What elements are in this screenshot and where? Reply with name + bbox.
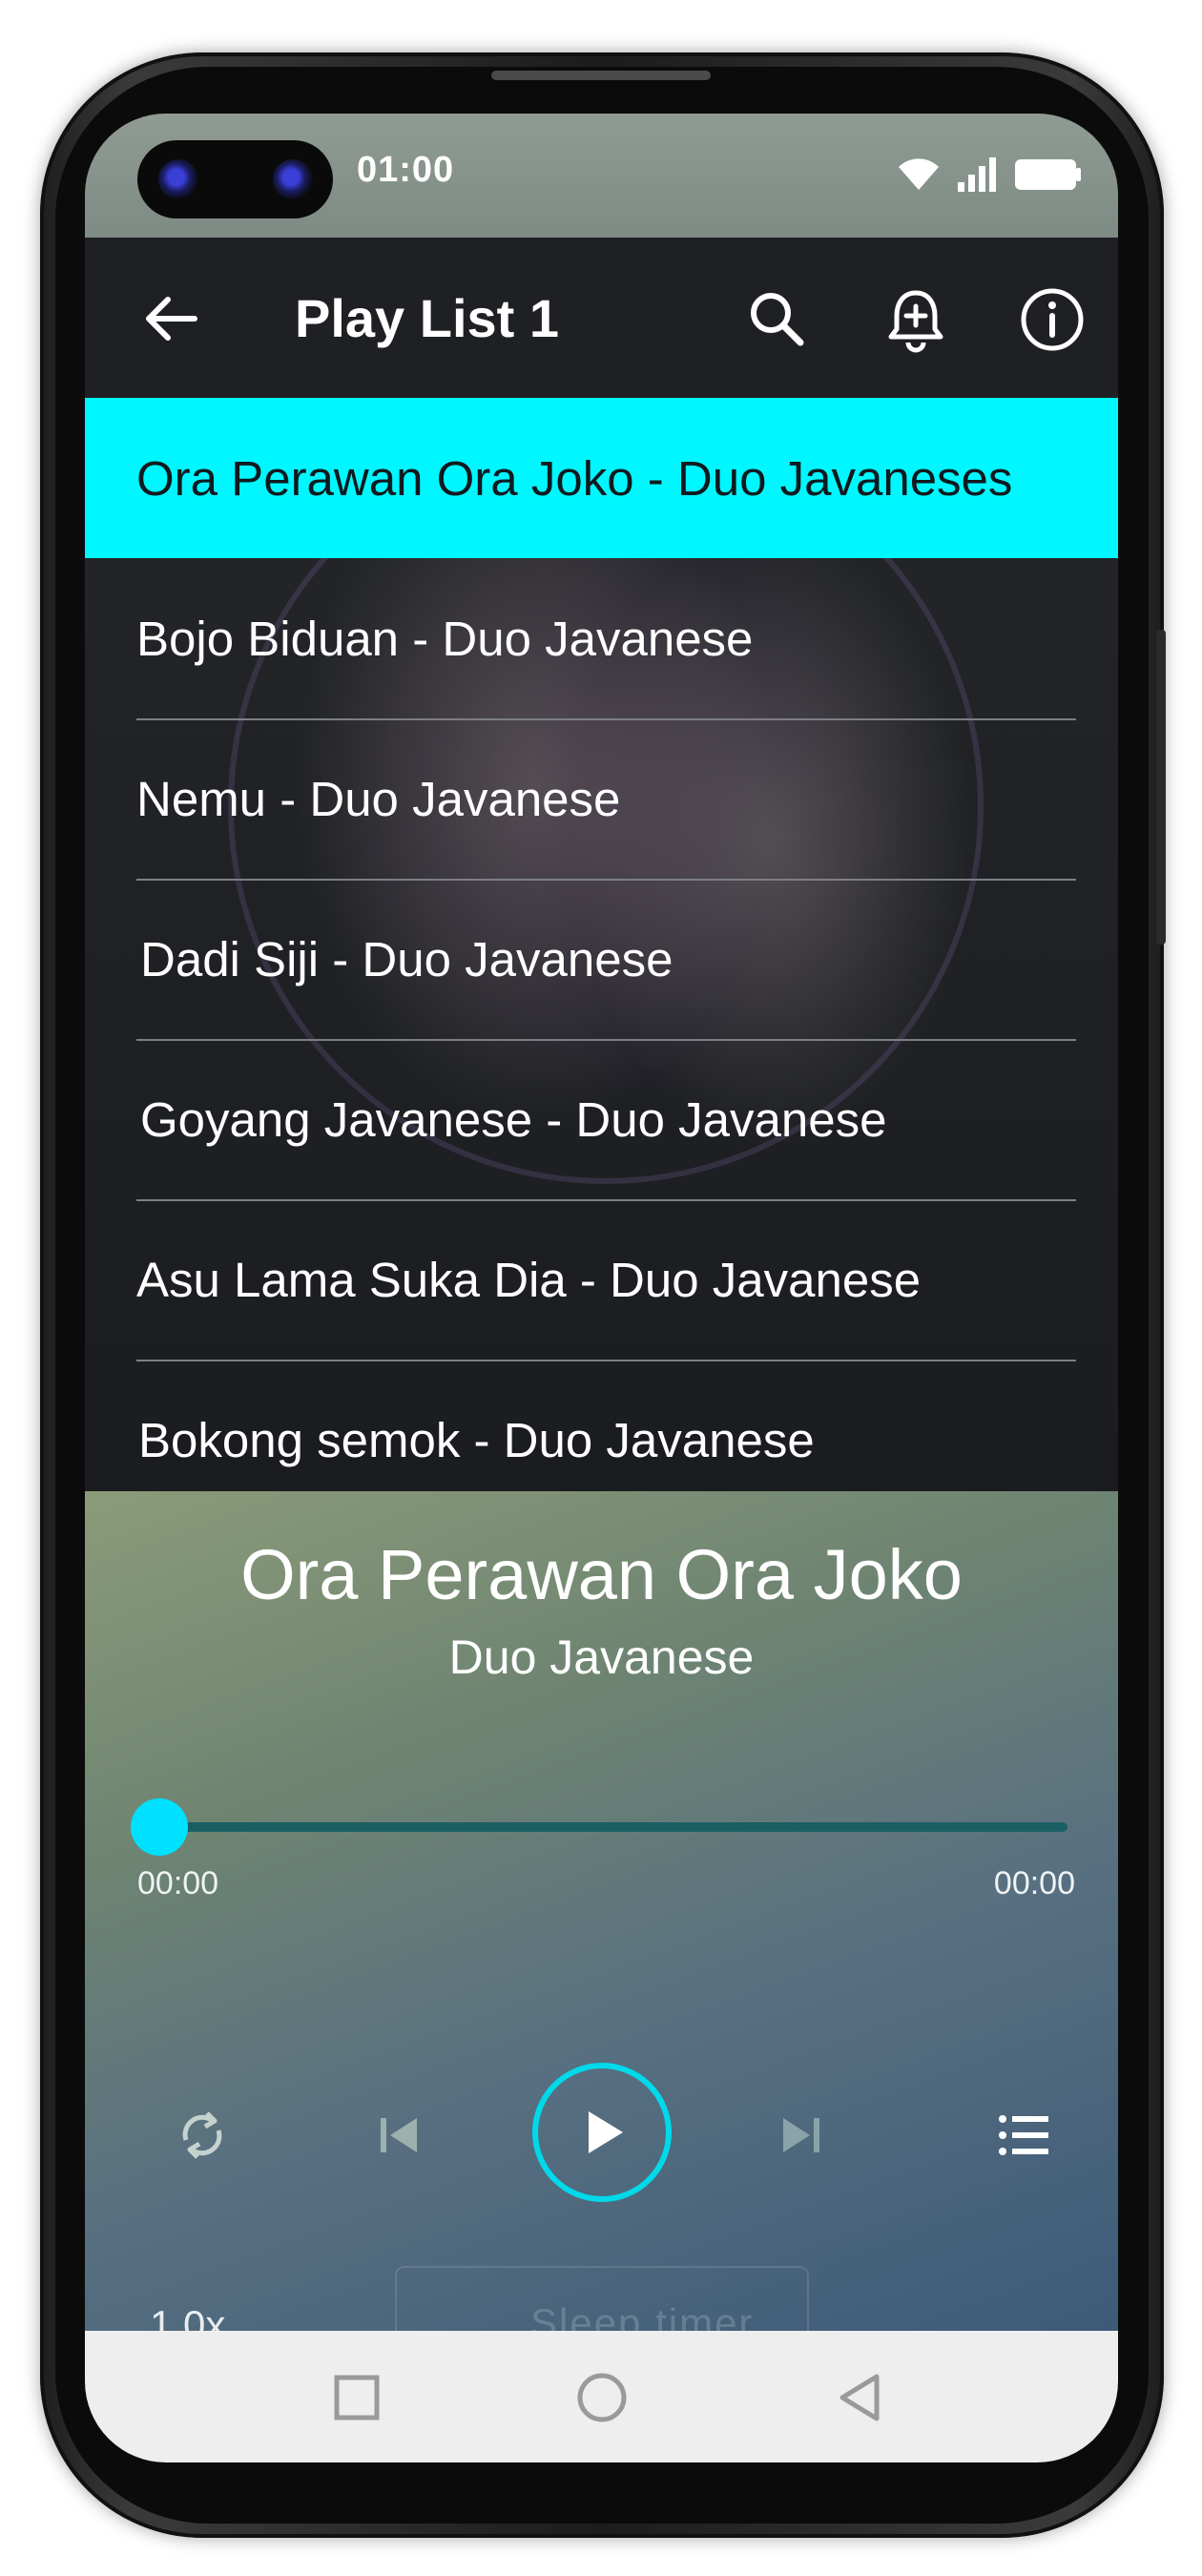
repeat-icon[interactable] [169,2102,236,2169]
elapsed-time: 00:00 [137,1865,219,1901]
status-icons [895,156,1082,194]
next-icon[interactable] [772,2107,829,2164]
search-icon[interactable] [743,285,812,354]
back-arrow-icon[interactable] [137,285,204,352]
total-duration: 00:00 [993,1865,1075,1901]
back-button[interactable] [831,2369,888,2426]
playlist-item-label: Nemu - Duo Javanese [136,771,621,826]
signal-icon [958,157,996,192]
playlist: Ora Perawan Ora Joko - Duo Javaneses Boj… [85,398,1118,1491]
playlist-item-label: Dadi Siji - Duo Javanese [140,931,674,987]
playlist-item[interactable]: Goyang Javanese - Duo Javanese [85,1039,1118,1199]
playlist-item-label: Bokong semok - Duo Javanese [138,1412,815,1467]
wifi-icon [899,158,939,190]
battery-icon [1015,159,1081,190]
playlist-item[interactable]: Bojo Biduan - Duo Javanese [85,558,1118,718]
camera-lens [273,159,313,199]
play-icon [589,2111,623,2153]
earpiece-speaker [491,71,711,80]
playlist-item-label: Bojo Biduan - Duo Javanese [136,611,754,666]
previous-icon[interactable] [371,2107,428,2164]
info-icon[interactable] [1018,285,1087,354]
camera-lens [158,159,198,199]
recents-button[interactable] [328,2369,385,2426]
playlist-item-label: Ora Perawan Ora Joko - Duo Javaneses [136,450,1013,506]
now-playing-panel: Ora Perawan Ora Joko Duo Javanese 00:00 … [85,1491,1118,2375]
front-camera-cutout [137,140,333,218]
screen: 01:00 Play List 1 Ora Perawan Ora Joko -… [85,114,1118,2462]
playlist-item[interactable]: Nemu - Duo Javanese [85,718,1118,879]
status-bar: 01:00 [85,114,1118,238]
playlist-item-label: Goyang Javanese - Duo Javanese [140,1091,887,1147]
seek-bar-thumb[interactable] [131,1798,188,1856]
playlist-item[interactable]: Asu Lama Suka Dia - Duo Javanese [85,1199,1118,1360]
playlist-icon[interactable] [991,2102,1058,2169]
now-playing-title: Ora Perawan Ora Joko [240,1535,963,1614]
playlist-item-label: Asu Lama Suka Dia - Duo Javanese [136,1252,922,1307]
playlist-item[interactable]: Dadi Siji - Duo Javanese [85,879,1118,1039]
home-button[interactable] [573,2369,631,2426]
app-bar: Play List 1 [85,238,1118,398]
playlist-item[interactable]: Bokong semok - Duo Javanese [85,1360,1118,1491]
status-time: 01:00 [357,150,455,190]
seek-bar-track[interactable] [156,1822,1067,1832]
side-button [1156,630,1166,945]
now-playing-artist: Duo Javanese [448,1631,755,1684]
add-alarm-icon[interactable] [881,285,950,354]
system-nav-bar [85,2331,1118,2462]
page-title: Play List 1 [295,288,560,348]
playlist-item-active[interactable]: Ora Perawan Ora Joko - Duo Javaneses [85,398,1118,558]
play-button[interactable] [532,2063,672,2202]
